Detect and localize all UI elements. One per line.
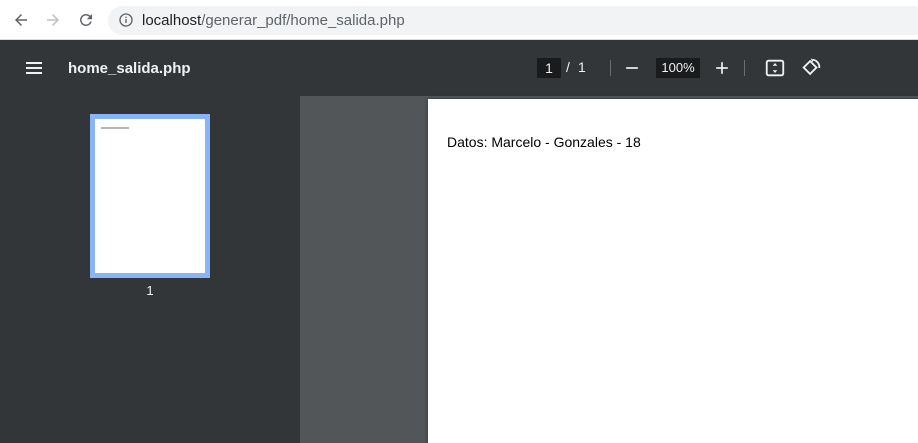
fit-page-button[interactable] <box>763 56 787 80</box>
menu-button[interactable] <box>22 56 46 80</box>
thumbnail-page-preview <box>95 119 205 273</box>
reload-icon <box>80 13 92 26</box>
url-text: localhost/generar_pdf/home_salida.php <box>142 12 405 29</box>
page-number-input[interactable]: 1 <box>537 58 561 78</box>
document-viewer[interactable]: Datos: Marcelo - Gonzales - 18 <box>300 96 918 443</box>
back-arrow-icon <box>15 14 27 26</box>
thumbnail-page-number: 1 <box>146 283 154 298</box>
url-host: localhost <box>142 12 202 29</box>
forward-button[interactable] <box>41 8 65 32</box>
document-title: home_salida.php <box>68 60 191 77</box>
thumbnail-text-line <box>101 127 129 129</box>
forward-arrow-icon <box>47 14 59 26</box>
pdf-toolbar: home_salida.php 1 / 1 100% <box>0 40 918 96</box>
zoom-out-icon <box>626 67 638 69</box>
back-button[interactable] <box>9 8 33 32</box>
page-thumbnail[interactable] <box>90 114 210 278</box>
page-separator: / <box>566 59 570 75</box>
rotate-icon <box>802 58 821 76</box>
zoom-level-input[interactable]: 100% <box>656 58 700 78</box>
address-bar[interactable]: localhost/generar_pdf/home_salida.php <box>108 6 918 35</box>
browser-toolbar: localhost/generar_pdf/home_salida.php <box>0 0 918 40</box>
zoom-in-button[interactable] <box>710 56 734 80</box>
info-icon[interactable] <box>118 12 134 28</box>
page-text: Datos: Marcelo - Gonzales - 18 <box>447 134 641 150</box>
menu-icon <box>26 62 42 74</box>
pdf-page: Datos: Marcelo - Gonzales - 18 <box>428 99 918 443</box>
reload-button[interactable] <box>74 8 98 32</box>
zoom-out-button[interactable] <box>620 56 644 80</box>
rotate-button[interactable] <box>799 56 823 80</box>
toolbar-divider <box>610 60 611 76</box>
toolbar-divider <box>744 60 745 76</box>
zoom-in-icon <box>716 62 728 74</box>
fit-page-icon <box>765 59 785 77</box>
page-total: 1 <box>578 59 586 75</box>
url-path: /generar_pdf/home_salida.php <box>201 12 405 29</box>
thumbnail-sidebar: 1 <box>0 96 300 443</box>
